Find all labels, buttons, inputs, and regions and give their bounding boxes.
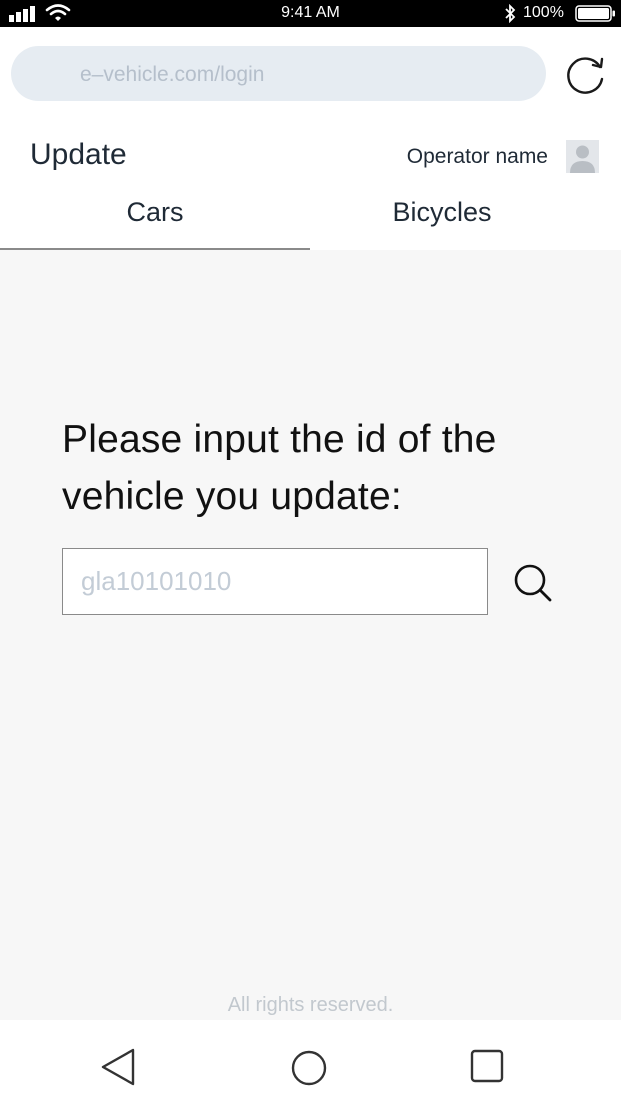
main-content: Please input the id of the vehicle you u…: [0, 250, 621, 1020]
user-avatar-icon[interactable]: [566, 140, 599, 173]
address-url: e–vehicle.com/login: [80, 63, 265, 86]
status-bar: 9:41 AM 100%: [0, 0, 621, 27]
battery-percent: 100%: [523, 4, 564, 21]
page-title: Update: [30, 138, 127, 171]
system-nav-bar: [0, 1020, 621, 1100]
tab-cars[interactable]: Cars: [0, 193, 310, 250]
operator-name: Operator name: [406, 145, 548, 168]
recent-apps-icon[interactable]: [470, 1049, 504, 1083]
tab-cars-label: Cars: [126, 197, 184, 227]
tab-bicycles-label: Bicycles: [392, 197, 492, 227]
footer-copyright: All rights reserved.: [227, 994, 394, 1016]
vehicle-id-prompt: Please input the id of the vehicle you u…: [62, 418, 497, 518]
battery-icon: [575, 5, 615, 22]
search-icon[interactable]: [512, 562, 554, 604]
vehicle-id-input[interactable]: [62, 548, 488, 615]
bluetooth-icon: [505, 4, 516, 23]
home-icon[interactable]: [290, 1049, 328, 1087]
reload-icon[interactable]: [562, 53, 608, 99]
address-bar[interactable]: e–vehicle.com/login: [11, 46, 546, 101]
tab-bicycles[interactable]: Bicycles: [287, 193, 597, 250]
back-icon[interactable]: [100, 1047, 136, 1087]
